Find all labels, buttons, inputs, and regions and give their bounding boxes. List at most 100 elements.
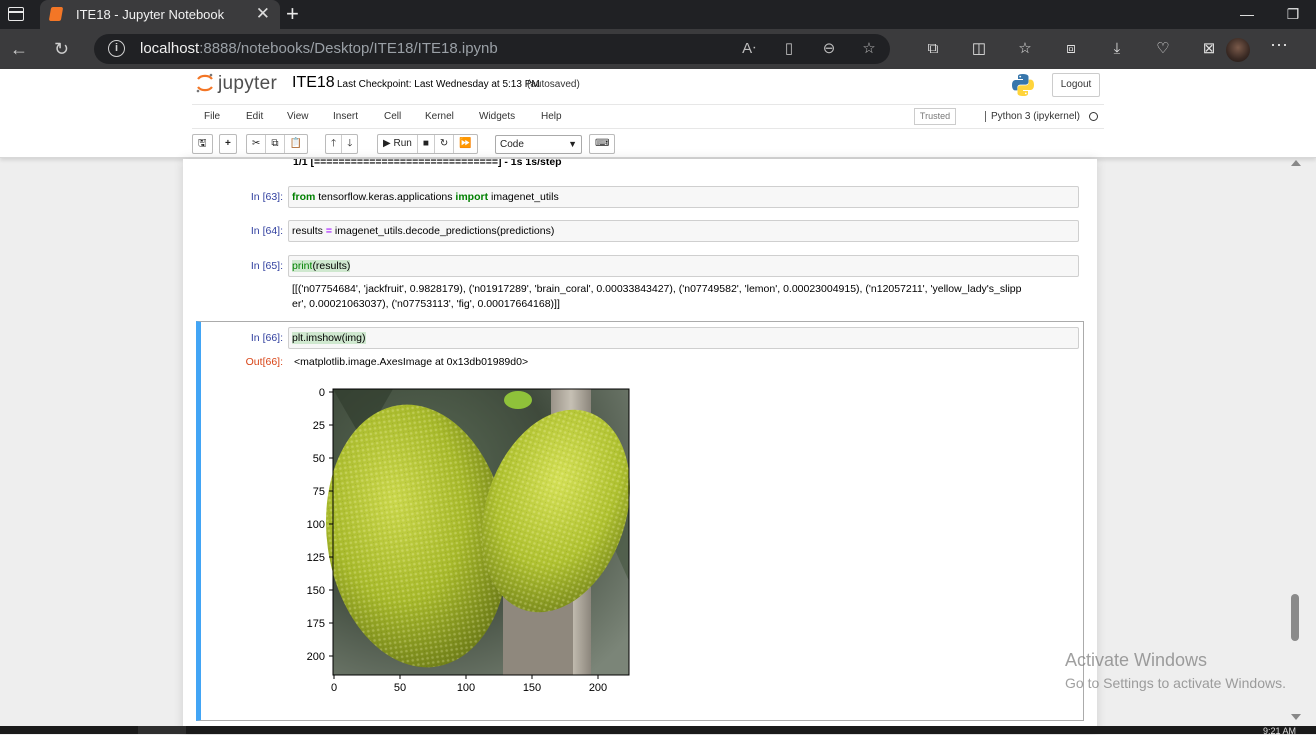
matplotlib-figure: 0 25 50 75 100 125 150 175 200 0 50 100 … — [307, 387, 630, 694]
zoom-icon[interactable]: ⊖ — [818, 39, 840, 57]
move-up-icon[interactable]: 🡑 — [326, 135, 343, 153]
menu-insert[interactable]: Insert — [333, 111, 358, 122]
cell-65-input[interactable]: print(results) — [288, 255, 1079, 277]
url-text[interactable]: localhost:8888/notebooks/Desktop/ITE18/I… — [140, 40, 498, 57]
command-palette-group: ⌨ — [589, 134, 616, 154]
keyboard-icon[interactable]: ⌨ — [590, 135, 614, 153]
x-tick-200: 200 — [589, 682, 607, 694]
cell-66-prompt: In [66]: — [250, 332, 283, 344]
cell-type-select[interactable]: Code ▼ — [495, 135, 582, 154]
windows-taskbar: 9:21 AM — [0, 726, 1316, 735]
activate-windows-watermark: Activate Windows Go to Settings to activ… — [1065, 650, 1286, 691]
immersive-reader-icon[interactable]: ▯ — [778, 39, 800, 57]
cell-66-input[interactable]: plt.imshow(img) — [288, 327, 1079, 349]
cell-65-output-line-1: [[('n07754684', 'jackfruit', 0.9828179),… — [292, 283, 1022, 295]
notebook-container[interactable]: 1/1 [==============================] - 1… — [183, 159, 1097, 734]
address-bar[interactable]: i localhost:8888/notebooks/Desktop/ITE18… — [94, 34, 890, 64]
y-tick-150: 150 — [307, 585, 325, 597]
progress-output: 1/1 [==============================] - 1… — [293, 159, 562, 168]
trusted-indicator[interactable]: Trusted — [914, 108, 956, 125]
scrollbar-thumb[interactable] — [1291, 594, 1299, 641]
page-scrollbar[interactable] — [1288, 158, 1304, 734]
save-icon[interactable]: 🖫 — [193, 135, 212, 153]
cell-65-prompt: In [65]: — [250, 260, 283, 272]
performance-icon[interactable]: ♡ — [1140, 37, 1186, 61]
refresh-icon[interactable]: ↻ — [54, 37, 69, 61]
menu-cell[interactable]: Cell — [384, 111, 401, 122]
split-screen-icon[interactable]: ◫ — [956, 37, 1002, 61]
menu-kernel[interactable]: Kernel — [425, 111, 454, 122]
menu-help[interactable]: Help — [541, 111, 562, 122]
restart-icon[interactable]: ↻ — [435, 135, 455, 153]
y-tick-0: 0 — [319, 387, 325, 399]
site-info-icon[interactable]: i — [108, 40, 125, 57]
menu-view[interactable]: View — [287, 111, 309, 122]
restart-run-all-icon[interactable]: ⏩ — [454, 135, 476, 153]
new-tab-icon[interactable]: + — [286, 1, 299, 27]
clipboard-group: ✂ ⧉ 📋 — [246, 134, 308, 154]
y-tick-50: 50 — [313, 453, 325, 465]
tab-close-icon[interactable]: ✕ — [256, 4, 270, 24]
x-tick-150: 150 — [523, 682, 541, 694]
taskbar-app[interactable] — [138, 726, 186, 734]
cell-66-output-text: <matplotlib.image.AxesImage at 0x13db019… — [294, 356, 529, 368]
cell-64-prompt: In [64]: — [250, 225, 283, 237]
move-group: 🡑 🡓 — [325, 134, 359, 154]
scroll-down-icon[interactable] — [1291, 714, 1301, 720]
run-button[interactable]: ▶ Run — [378, 135, 418, 153]
interrupt-icon[interactable]: ■ — [418, 135, 435, 153]
menu-bar: File Edit View Insert Cell Kernel Widget… — [192, 104, 1104, 129]
browser-tab-bar: ITE18 - Jupyter Notebook ✕ + — ❐ — [0, 0, 1316, 29]
tab-title: ITE18 - Jupyter Notebook — [76, 7, 225, 22]
logout-button[interactable]: Logout — [1052, 73, 1100, 97]
extensions-icon[interactable]: ⧉ — [910, 37, 956, 61]
x-tick-0: 0 — [331, 682, 337, 694]
address-toolbar: ← ↻ i localhost:8888/notebooks/Desktop/I… — [0, 29, 1316, 69]
jupyter-logo-icon[interactable] — [195, 72, 215, 94]
minimize-icon[interactable]: — — [1224, 0, 1270, 29]
scroll-up-icon[interactable] — [1291, 160, 1301, 166]
window-controls: — ❐ — [1224, 0, 1316, 29]
checkpoint-status: Last Checkpoint: Last Wednesday at 5:13 … — [337, 79, 540, 90]
browser-tab-active[interactable]: ITE18 - Jupyter Notebook ✕ — [40, 0, 280, 29]
activate-windows-title: Activate Windows — [1065, 650, 1208, 670]
autosave-status: (autosaved) — [527, 79, 580, 90]
cell-63-prompt: In [63]: — [250, 191, 283, 203]
menu-edit[interactable]: Edit — [246, 111, 263, 122]
jackfruit-image — [326, 388, 630, 676]
kernel-status-icon — [1089, 112, 1098, 121]
kernel-name: Python 3 (ipykernel) — [985, 111, 1080, 122]
menu-widgets[interactable]: Widgets — [479, 111, 515, 122]
cut-icon[interactable]: ✂ — [247, 135, 267, 153]
more-menu-icon[interactable]: ⋯ — [1270, 35, 1288, 56]
restore-icon[interactable]: ❐ — [1270, 0, 1316, 29]
downloads-icon[interactable]: ⤓ — [1094, 37, 1140, 61]
jupyter-logo-text[interactable]: jupyter — [218, 73, 277, 95]
run-group: ▶ Run ■ ↻ ⏩ — [377, 134, 478, 154]
move-down-icon[interactable]: 🡓 — [342, 135, 357, 153]
cell-64-input[interactable]: results = imagenet_utils.decode_predicti… — [288, 220, 1079, 242]
x-tick-50: 50 — [394, 682, 406, 694]
notebook-name[interactable]: ITE18 — [292, 74, 335, 92]
collections-icon[interactable]: ⧈ — [1048, 37, 1094, 61]
y-tick-175: 175 — [307, 618, 325, 630]
favorite-star-icon[interactable]: ☆ — [858, 39, 880, 57]
profile-avatar[interactable] — [1226, 38, 1250, 62]
favorites-icon[interactable]: ☆ — [1002, 37, 1048, 61]
back-arrow-icon[interactable]: ← — [10, 37, 28, 61]
paste-icon[interactable]: 📋 — [285, 135, 307, 153]
cell-66-out-prompt: Out[66]: — [245, 356, 283, 368]
read-aloud-icon[interactable]: Aᐧ — [738, 39, 760, 57]
menu-file[interactable]: File — [204, 111, 220, 122]
tab-actions-icon[interactable] — [8, 7, 24, 21]
cell-63-input[interactable]: from tensorflow.keras.applications impor… — [288, 186, 1079, 208]
x-tick-100: 100 — [457, 682, 475, 694]
insert-cell-group: + — [219, 134, 237, 154]
save-button-group: 🖫 — [192, 134, 213, 154]
y-tick-200: 200 — [307, 651, 325, 663]
y-tick-25: 25 — [313, 420, 325, 432]
insert-cell-icon[interactable]: + — [220, 135, 236, 153]
copy-icon[interactable]: ⧉ — [266, 135, 285, 153]
jupyter-favicon-icon — [48, 7, 64, 21]
cell-65-output-line-2: er', 0.00021063037), ('n07753113', 'fig'… — [292, 298, 560, 310]
